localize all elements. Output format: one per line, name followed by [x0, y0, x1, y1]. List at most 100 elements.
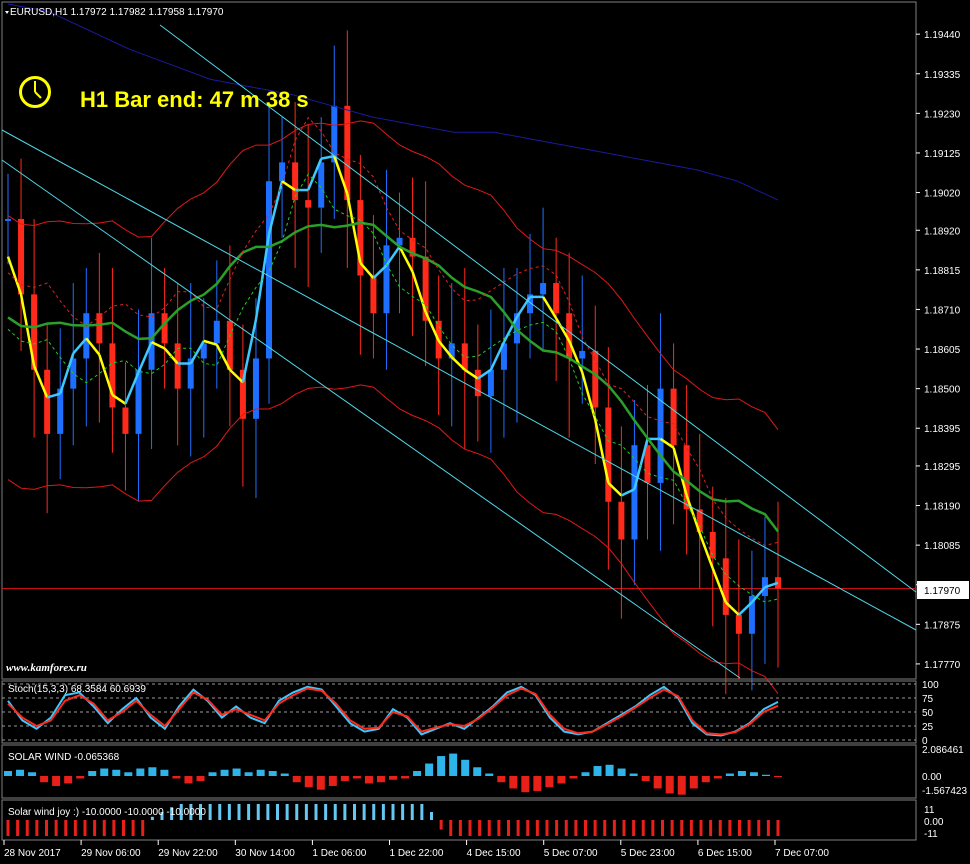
candle-body [631, 445, 638, 540]
candle-body [709, 531, 716, 559]
candle-body [487, 369, 494, 397]
candle-body [540, 283, 547, 295]
candle-body [96, 313, 103, 344]
solar-wind-bar [521, 776, 530, 793]
solar-wind-bar [593, 766, 602, 776]
solar-wind-bar [641, 776, 650, 781]
solar-wind-axis-label: 2.086461 [922, 745, 964, 756]
current-price-label: 1.17970 [924, 586, 961, 597]
candle-body [266, 181, 273, 359]
candle-body [213, 320, 220, 344]
candle-body [305, 200, 312, 208]
solar-wind-bar [184, 776, 193, 784]
solar-joy-axis-label: -11 [924, 829, 938, 840]
candle-body [318, 162, 325, 208]
solar-wind-bar [749, 772, 758, 776]
time-tick-label: 1 Dec 22:00 [390, 848, 444, 859]
candle-body [122, 407, 129, 434]
candle-body [670, 388, 677, 446]
price-tick-label: 1.18085 [924, 541, 961, 552]
solar-wind-legend: SOLAR WIND -0.065368 [8, 752, 120, 763]
solar-wind-bar [88, 771, 97, 776]
chart-canvas[interactable]: EURUSD,H1 1.17972 1.17982 1.17958 1.1797… [0, 0, 970, 864]
candle-body [174, 343, 181, 389]
solar-wind-bar [509, 776, 518, 789]
price-tick-label: 1.18500 [924, 385, 961, 396]
solar-wind-bar [413, 771, 422, 776]
solar-wind-bar [401, 776, 410, 779]
solar-joy-legend: Solar wind joy :) -10.0000 -10.0000 -10.… [8, 807, 206, 818]
solar-wind-bar [316, 776, 325, 790]
solar-wind-bar [653, 776, 662, 789]
price-tick-label: 1.17770 [924, 660, 961, 671]
time-tick-label: 4 Dec 15:00 [467, 848, 521, 859]
stochastic-level-label: 75 [922, 694, 934, 705]
solar-wind-bar [449, 753, 458, 776]
candle-body [722, 558, 729, 615]
solar-wind-bar [232, 768, 241, 776]
solar-wind-axis-label: -1.567423 [922, 786, 967, 797]
solar-wind-bar [16, 769, 25, 776]
bar-timer-text: H1 Bar end: 47 m 38 s [80, 87, 309, 112]
time-tick-label: 29 Nov 22:00 [158, 848, 218, 859]
candle-body [461, 343, 468, 370]
clock-icon [17, 74, 53, 110]
solar-wind-bar [689, 776, 698, 789]
solar-wind-bar [28, 772, 37, 776]
solar-wind-bar [617, 768, 626, 776]
stochastic-level-label: 50 [922, 708, 934, 719]
solar-wind-bar [340, 776, 349, 781]
candle-body [618, 501, 625, 540]
solar-wind-bar [208, 772, 217, 776]
candle-body [605, 407, 612, 502]
candle-body [579, 350, 586, 359]
solar-joy-axis-label: 11 [924, 805, 935, 816]
price-tick-label: 1.18395 [924, 424, 961, 435]
solar-wind-bar [389, 776, 397, 780]
candle-body [474, 369, 481, 397]
price-tick-label: 1.18815 [924, 266, 961, 277]
price-tick-label: 1.17875 [924, 620, 961, 631]
solar-wind-bar [725, 773, 734, 776]
stochastic-level-label: 100 [922, 680, 939, 691]
solar-wind-bar [677, 776, 686, 795]
price-tick-label: 1.18190 [924, 502, 961, 513]
solar-wind-bar [473, 767, 482, 776]
solar-wind-bar [557, 776, 566, 784]
time-tick-label: 1 Dec 06:00 [312, 848, 366, 859]
candle-body [370, 275, 377, 314]
solar-joy-axis-label: 0.00 [924, 817, 944, 828]
solar-wind-bar [761, 774, 770, 776]
solar-wind-bar [160, 769, 169, 776]
price-tick-label: 1.19335 [924, 70, 961, 81]
solar-wind-bar [328, 776, 337, 786]
time-tick-label: 5 Dec 07:00 [544, 848, 598, 859]
solar-wind-bar [461, 759, 470, 776]
solar-wind-bar [497, 776, 506, 783]
price-tick-label: 1.18920 [924, 226, 961, 237]
solar-wind-bar [100, 768, 109, 776]
solar-wind-bar [40, 776, 49, 783]
candle-body [226, 320, 233, 370]
solar-wind-bar [545, 776, 554, 788]
solar-wind-bar [737, 771, 746, 776]
solar-wind-bar [220, 769, 229, 776]
solar-wind-bar [292, 776, 301, 783]
solar-wind-bar [701, 776, 710, 783]
solar-wind-bar [112, 769, 121, 776]
candle-body [109, 343, 116, 408]
solar-wind-bar [774, 776, 782, 777]
time-tick-label: 7 Dec 07:00 [775, 848, 829, 859]
solar-wind-bar [280, 773, 289, 776]
solar-wind-bar [533, 776, 542, 791]
solar-wind-bar [713, 776, 722, 779]
chart-background [0, 0, 970, 864]
candle-body [44, 369, 51, 434]
solar-wind-axis-label: 0.00 [922, 772, 942, 783]
solar-wind-bar [268, 771, 277, 776]
solar-wind-bar [76, 776, 85, 779]
candle-body [148, 313, 155, 370]
candle-body [161, 313, 168, 344]
time-tick-label: 5 Dec 23:00 [621, 848, 675, 859]
price-tick-label: 1.19440 [924, 30, 961, 41]
